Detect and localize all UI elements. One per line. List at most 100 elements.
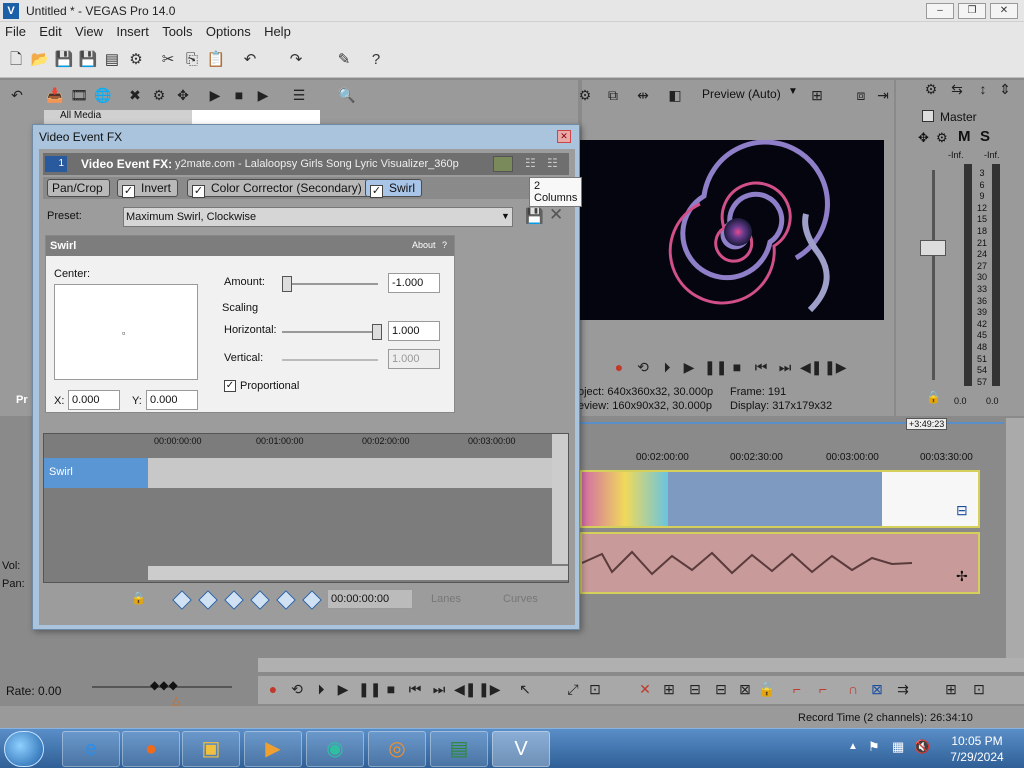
file-explorer-icon[interactable]: ▣ [182, 731, 240, 767]
fx-icon[interactable]: ✎ [334, 50, 354, 70]
menu-options[interactable]: Options [201, 22, 256, 39]
start-button[interactable] [4, 731, 44, 767]
redo-icon[interactable]: ↷ [286, 50, 306, 70]
kf-track-swirl[interactable]: Swirl [44, 458, 148, 488]
firefox-icon[interactable]: ● [122, 731, 180, 767]
record-icon[interactable]: ● [610, 358, 628, 376]
pause-icon[interactable]: ❚❚ [358, 680, 381, 698]
master-fx-chain-icon[interactable]: ⚙ [936, 130, 948, 146]
split-icon[interactable]: ⊠ [736, 680, 754, 698]
action-center-flag-icon[interactable]: ⚑ [868, 739, 880, 755]
delete-keyframe-icon[interactable] [250, 590, 270, 610]
kf-lane[interactable] [148, 458, 552, 488]
lock-icon[interactable]: 🔒 [926, 390, 941, 404]
loop-icon[interactable]: ⟲ [288, 680, 306, 698]
ignore-grouping-icon[interactable]: ⊡ [970, 680, 988, 698]
trim-icon[interactable]: ⊞ [660, 680, 678, 698]
center-picker[interactable] [54, 284, 198, 380]
downmix-icon[interactable]: ⇆ [948, 80, 966, 98]
marker-icon[interactable]: ⌐ [788, 680, 806, 698]
invert-checkbox[interactable]: ✓ [122, 185, 135, 198]
menu-file[interactable]: File [0, 22, 31, 39]
media-player-icon[interactable]: ▶ [244, 731, 302, 767]
swirl-checkbox[interactable]: ✓ [370, 185, 383, 198]
dialog-close-icon[interactable]: ✕ [557, 130, 571, 143]
stop-icon[interactable]: ■ [382, 680, 400, 698]
next-frame-icon[interactable]: ❚▶ [824, 358, 847, 376]
event-fx-icon[interactable]: ⊟ [956, 502, 968, 519]
amount-slider-thumb[interactable] [282, 276, 292, 292]
web-globe-icon[interactable]: 🌐 [94, 86, 112, 104]
menu-insert[interactable]: Insert [111, 22, 154, 39]
go-end-icon[interactable]: ⏭ [776, 358, 794, 376]
horizontal-input[interactable]: 1.000 [388, 321, 440, 341]
master-settings-icon[interactable]: ⚙ [922, 80, 940, 98]
network-icon[interactable]: ▦ [892, 739, 904, 755]
import-icon[interactable]: 📥 [46, 86, 64, 104]
render-icon[interactable]: ▤ [102, 50, 122, 70]
zoom-tool-icon[interactable]: ⊡ [586, 680, 604, 698]
envelope-tool-icon[interactable]: ⤢ [564, 680, 582, 698]
delete-preset-icon[interactable]: ✕ [549, 205, 563, 225]
loop-icon[interactable]: ⟲ [634, 358, 652, 376]
copy-icon[interactable]: ⎘ [182, 50, 202, 70]
go-start-icon[interactable]: ⏮ [406, 680, 424, 698]
save-as-icon[interactable]: 💾 [78, 50, 98, 70]
views-icon[interactable]: ☰ [290, 86, 308, 104]
keyframe-time-input[interactable]: 00:00:00:00 [327, 589, 413, 609]
save-snapshot-icon[interactable]: ⇥ [874, 86, 892, 104]
overlays-icon[interactable]: ◧ [666, 86, 684, 104]
two-columns-layout-icon[interactable]: ☷ [525, 156, 536, 170]
paste-icon[interactable]: 📋 [206, 50, 226, 70]
amount-input[interactable]: -1.000 [388, 273, 440, 293]
app-icon-teal[interactable]: ◉ [306, 731, 364, 767]
split-screen-icon[interactable]: ⇹ [634, 86, 652, 104]
sync-cursor-icon[interactable]: 🔒 [131, 591, 146, 605]
next-frame-icon[interactable]: ❚▶ [478, 680, 501, 698]
one-column-layout-icon[interactable] [493, 156, 513, 172]
preview-device-icon[interactable]: ⧉ [604, 86, 622, 104]
internet-explorer-icon[interactable]: e [62, 731, 120, 767]
play-from-start-icon[interactable]: ⏵ [658, 358, 676, 376]
master-fx-icon[interactable]: ✥ [918, 130, 929, 146]
app-icon-orange[interactable]: ◎ [368, 731, 426, 767]
grid-icon[interactable]: ⊞ [808, 86, 826, 104]
horizontal-slider-track[interactable] [282, 331, 378, 333]
minimize-button[interactable]: – [926, 3, 954, 19]
color-corrector-checkbox[interactable]: ✓ [192, 185, 205, 198]
trim-end-icon[interactable]: ⊟ [712, 680, 730, 698]
expand-icon[interactable]: ⇕ [996, 80, 1014, 98]
remove-x-icon[interactable]: ✖ [126, 86, 144, 104]
prev-frame-icon[interactable]: ◀❚ [454, 680, 477, 698]
menu-edit[interactable]: Edit [34, 22, 66, 39]
save-icon[interactable]: 💾 [54, 50, 74, 70]
close-button[interactable]: ✕ [990, 3, 1018, 19]
menu-help[interactable]: Help [259, 22, 296, 39]
stop-icon[interactable]: ■ [230, 86, 248, 104]
search-icon[interactable]: 🔍 [338, 86, 356, 104]
volume-fader[interactable] [920, 240, 946, 256]
auto-crossfade-icon[interactable]: ⊠ [868, 680, 886, 698]
y-input[interactable]: 0.000 [146, 390, 198, 410]
clock[interactable]: 10:05 PM 7/29/2024 [934, 733, 1020, 765]
horizontal-slider-thumb[interactable] [372, 324, 382, 340]
play-icon[interactable]: ▶ [206, 86, 224, 104]
plugin-pan-crop[interactable]: Pan/Crop [47, 179, 110, 197]
preview-quality-dropdown[interactable]: Preview (Auto) [702, 87, 781, 101]
pan-icon[interactable]: ✥ [174, 86, 192, 104]
add-keyframe-icon[interactable] [224, 590, 244, 610]
audio-track-event[interactable]: ✢ [580, 532, 980, 594]
trim-start-icon[interactable]: ⊟ [686, 680, 704, 698]
timeline-vertical-scrollbar[interactable] [1006, 418, 1024, 664]
timeline-horizontal-scrollbar[interactable] [258, 658, 1024, 672]
normal-edit-tool-icon[interactable]: ↖ [516, 680, 534, 698]
cut-icon[interactable]: ✂ [158, 50, 178, 70]
three-columns-layout-icon[interactable]: ☷ [547, 156, 558, 170]
play-from-start-icon[interactable]: ⏵ [312, 680, 330, 698]
undo-icon[interactable]: ↶ [240, 50, 260, 70]
delete-icon[interactable]: ✕ [636, 680, 654, 698]
preview-settings-icon[interactable]: ⚙ [576, 86, 594, 104]
preset-dropdown[interactable]: Maximum Swirl, Clockwise [123, 207, 513, 227]
new-file-icon[interactable]: 🗋 [6, 50, 26, 70]
auto-ripple-icon[interactable]: ⇉ [894, 680, 912, 698]
